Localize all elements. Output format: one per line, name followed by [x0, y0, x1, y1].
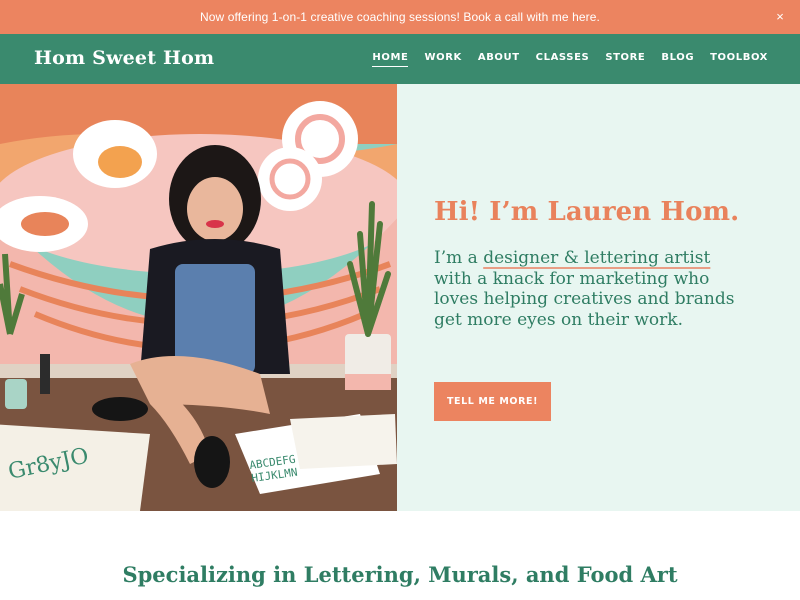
hero-body-prefix: I’m a — [434, 248, 484, 268]
hero-panel: Hi! I’m Lauren Hom. I’m a designer & let… — [397, 84, 800, 511]
hero-body-rest: with a knack for marketing who loves hel… — [434, 268, 735, 330]
alphabet-sheet — [290, 414, 397, 469]
section-title: Specializing in Lettering, Murals, and F… — [122, 562, 678, 587]
site-header: Hom Sweet Hom HOME WORK ABOUT CLASSES ST… — [0, 34, 800, 84]
nav-item-work[interactable]: WORK — [424, 52, 461, 66]
person-shoe — [92, 397, 148, 421]
tell-me-more-button[interactable]: TELL ME MORE! — [434, 382, 551, 421]
announcement-bar[interactable]: Now offering 1-on-1 creative coaching se… — [0, 0, 800, 34]
mural-egg-left-yolk — [21, 212, 69, 236]
nav-item-store[interactable]: STORE — [605, 52, 645, 66]
hero-description: I’m a designer & lettering artist with a… — [434, 248, 744, 330]
hero-body-highlight: designer & lettering artist — [483, 248, 711, 268]
paint-tube — [40, 354, 50, 394]
mural-egg-yolk — [98, 146, 142, 178]
site-logo[interactable]: Hom Sweet Hom — [34, 47, 214, 69]
announcement-text[interactable]: Now offering 1-on-1 creative coaching se… — [200, 10, 600, 24]
nav-item-about[interactable]: ABOUT — [478, 52, 520, 66]
hero-title: Hi! I’m Lauren Hom. — [434, 197, 740, 227]
nav-item-blog[interactable]: BLOG — [661, 52, 694, 66]
nav-item-home[interactable]: HOME — [372, 52, 409, 67]
mural-fishcake — [258, 147, 322, 211]
person-shoe — [194, 436, 230, 488]
nav-item-classes[interactable]: CLASSES — [536, 52, 590, 66]
plant-pot-band — [345, 374, 391, 390]
person-lips — [206, 220, 224, 228]
hero-photo-illustration: Gr8yJO ABCDEFG HIJKLMN — [0, 84, 397, 511]
hero-photo: Gr8yJO ABCDEFG HIJKLMN — [0, 84, 397, 511]
main-nav: HOME WORK ABOUT CLASSES STORE BLOG TOOLB… — [372, 34, 768, 84]
close-icon[interactable]: × — [772, 9, 788, 25]
person-face — [187, 177, 243, 241]
paint-cup — [5, 379, 27, 409]
nav-item-toolbox[interactable]: TOOLBOX — [710, 52, 768, 66]
